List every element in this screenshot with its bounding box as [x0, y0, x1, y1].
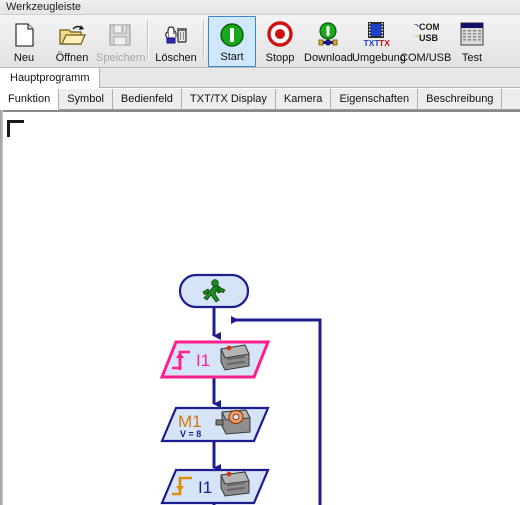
start-play-icon	[217, 21, 247, 51]
toolbar-label: COM/USB	[400, 52, 452, 64]
tab-kamera[interactable]: Kamera	[275, 89, 332, 109]
toolbar-button-loschen[interactable]: Löschen	[152, 16, 200, 67]
stop-icon	[265, 20, 295, 50]
tab-txt-tx-display[interactable]: TXT/TX Display	[181, 89, 276, 109]
flowchart-canvas[interactable]: I1 M1 V = 8 I1	[0, 110, 520, 505]
program-tab-hauptprogramm[interactable]: Hauptprogramm	[0, 68, 101, 88]
toolbar-button-com-usb[interactable]: COM USB COM/USB	[400, 16, 452, 67]
switch-sensor-icon	[220, 344, 250, 371]
com-usb-icon: COM USB	[409, 20, 440, 50]
flow-node-wait-rising[interactable]: I1	[159, 340, 271, 379]
application-window: Werkzeugleiste Neu Öffnen Speichern Lösc…	[0, 0, 520, 505]
umgebung-tx-label: TX	[379, 38, 390, 48]
environment-txt-icon: TXT TX	[361, 20, 391, 50]
toolbar-button-start[interactable]: Start	[208, 16, 256, 67]
toolbar-label: Löschen	[155, 52, 197, 64]
flow-node-wait-falling[interactable]: I1	[160, 468, 270, 505]
flow-node-motor-on[interactable]: M1 V = 8	[160, 406, 270, 443]
toolbar-button-download[interactable]: Download	[304, 16, 353, 67]
toolbar-separator	[147, 20, 149, 60]
download-icon	[313, 20, 343, 50]
umgebung-txt-label: TXT	[364, 38, 381, 48]
open-folder-icon	[57, 20, 87, 50]
toolbar-button-offnen[interactable]: Öffnen	[48, 16, 96, 67]
tab-bedienfeld[interactable]: Bedienfeld	[112, 89, 182, 109]
toolbar-button-stopp[interactable]: Stopp	[256, 16, 304, 67]
toolbar-label: Stopp	[265, 52, 295, 64]
program-tab-bar: Hauptprogramm	[0, 68, 520, 88]
toolbar-button-test[interactable]: Test	[448, 16, 496, 67]
com-label: COM	[419, 22, 439, 32]
switch-sensor-icon	[220, 471, 250, 497]
delete-trash-icon	[161, 20, 191, 50]
tab-funktion[interactable]: Funktion	[0, 89, 60, 110]
toolbar-label: Speichern	[96, 52, 146, 64]
view-tab-bar: Funktion Symbol Bedienfeld TXT/TX Displa…	[0, 89, 520, 110]
save-floppy-icon	[105, 20, 135, 50]
main-toolbar: Neu Öffnen Speichern Löschen Start Stopp…	[0, 15, 520, 68]
toolbar-label: Test	[461, 52, 483, 64]
usb-label: USB	[419, 33, 439, 43]
flow-node-label: I1	[196, 351, 210, 370]
toolbar-button-umgebung[interactable]: TXT TX Umgebung	[352, 16, 406, 67]
test-table-icon	[457, 20, 487, 50]
toolbar-button-speichern[interactable]: Speichern	[96, 16, 146, 67]
flow-node-label: I1	[198, 478, 212, 497]
tab-symbol[interactable]: Symbol	[59, 89, 113, 109]
toolbar-title-bar: Werkzeugleiste	[0, 0, 520, 15]
flowchart-diagram: I1 M1 V = 8 I1	[159, 273, 322, 505]
toolbar-label: Umgebung	[352, 52, 406, 64]
toolbar-label: Start	[220, 51, 244, 63]
flow-node-start[interactable]	[178, 273, 250, 309]
toolbar-separator	[203, 20, 205, 60]
flow-node-sublabel: V = 8	[180, 429, 201, 439]
toolbar-label: Download	[304, 52, 353, 64]
tab-beschreibung[interactable]: Beschreibung	[418, 89, 503, 109]
toolbar-button-neu[interactable]: Neu	[0, 16, 48, 67]
new-document-icon	[9, 20, 39, 50]
toolbar-label: Neu	[13, 52, 35, 64]
tab-eigenschaften[interactable]: Eigenschaften	[331, 89, 419, 109]
window-title: Werkzeugleiste	[6, 1, 81, 13]
canvas-left-border	[0, 110, 3, 505]
toolbar-label: Öffnen	[55, 52, 89, 64]
